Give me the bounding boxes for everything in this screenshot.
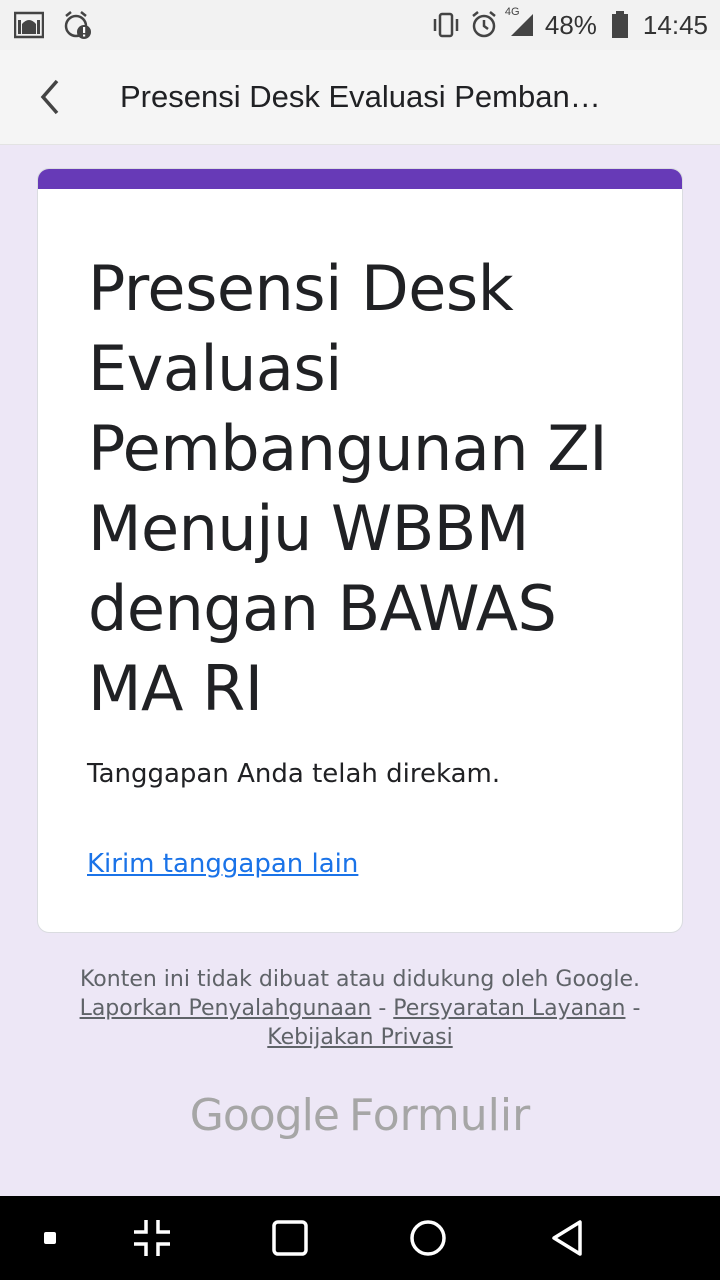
dot-icon: [44, 1232, 56, 1244]
status-bar: 4G 48% 14:45: [0, 0, 720, 50]
separator: -: [378, 996, 387, 1021]
home-button[interactable]: [398, 1196, 458, 1280]
recent-apps-button[interactable]: [260, 1196, 320, 1280]
back-arrow-icon: [40, 79, 59, 115]
footer-disclaimer: Konten ini tidak dibuat atau didukung ol…: [0, 965, 720, 1052]
response-card: Presensi Desk Evaluasi Pembangunan ZI Me…: [37, 168, 683, 933]
alarm-alert-icon: [62, 10, 92, 40]
privacy-link[interactable]: Kebijakan Privasi: [267, 1025, 452, 1050]
separator: -: [632, 996, 641, 1021]
back-button[interactable]: [0, 50, 100, 145]
alarm-icon: [469, 10, 499, 40]
signal-icon: 4G: [505, 6, 537, 40]
network-type: 4G: [504, 6, 520, 18]
fullscreen-exit-icon: [134, 1220, 170, 1256]
app-bar: Presensi Desk Evaluasi Pemban…: [0, 50, 720, 145]
report-abuse-link[interactable]: Laporkan Penyalahgunaan: [80, 996, 372, 1021]
app-title: Presensi Desk Evaluasi Pemban…: [120, 79, 601, 114]
google-forms-logo: Google Formulir: [0, 1090, 720, 1141]
mosque-app-icon: [14, 10, 44, 40]
clock: 14:45: [642, 9, 708, 40]
submit-another-response-link[interactable]: Kirim tanggapan lain: [87, 849, 358, 879]
terms-link[interactable]: Persyaratan Layanan: [393, 996, 625, 1021]
battery-percent: 48%: [544, 9, 597, 40]
disclaimer-text: Konten ini tidak dibuat atau didukung ol…: [79, 967, 641, 992]
circle-icon: [410, 1220, 446, 1256]
navigation-bar: [0, 1196, 720, 1280]
form-title: Presensi Desk Evaluasi Pembangunan ZI Me…: [88, 252, 608, 725]
fullscreen-exit-button[interactable]: [122, 1196, 182, 1280]
square-icon: [272, 1220, 308, 1256]
nav-dot-button[interactable]: [30, 1196, 70, 1280]
confirmation-message: Tanggapan Anda telah direkam.: [87, 759, 501, 789]
nav-back-button[interactable]: [538, 1196, 598, 1280]
card-accent-bar: [38, 169, 682, 189]
triangle-back-icon: [552, 1220, 582, 1256]
vibrate-icon: [431, 10, 461, 40]
brand-product: Formulir: [348, 1090, 531, 1141]
brand-google: Google: [189, 1090, 340, 1141]
battery-icon: [605, 10, 635, 40]
